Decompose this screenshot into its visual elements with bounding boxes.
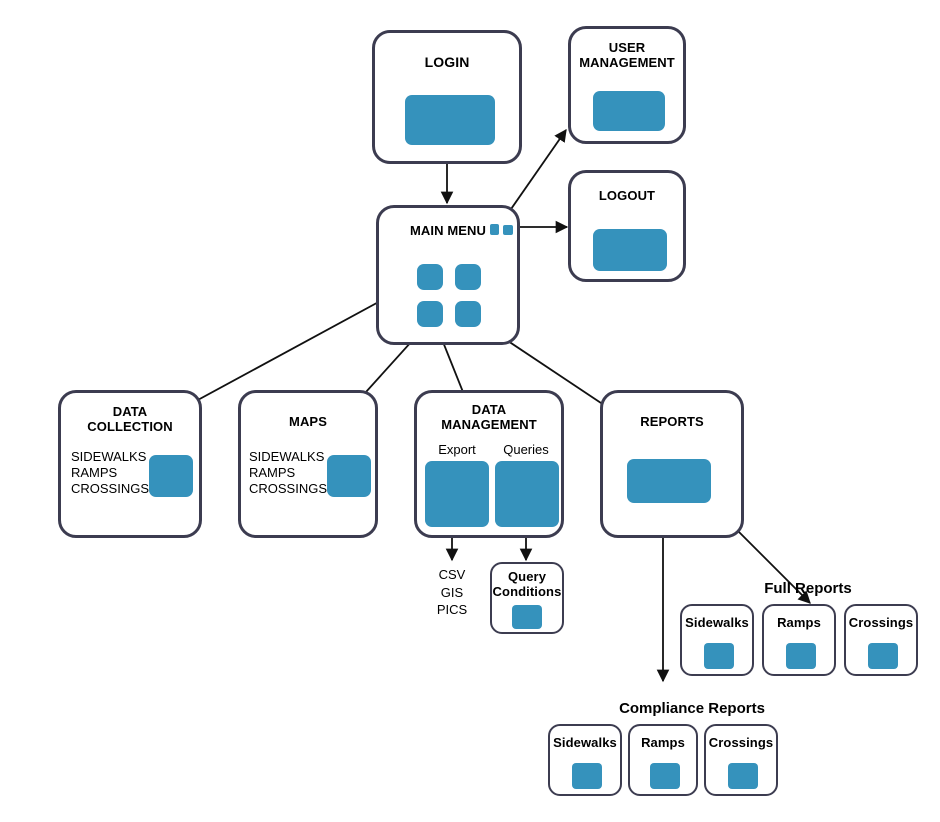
main-menu-tile-3[interactable] <box>417 301 443 327</box>
node-query-conditions[interactable]: Query Conditions <box>490 562 564 634</box>
full-reports-ramps-chip[interactable] <box>786 643 816 669</box>
main-menu-tile-2[interactable] <box>455 264 481 290</box>
node-maps[interactable]: MAPS SIDEWALKS RAMPS CROSSINGS <box>238 390 378 538</box>
data-collection-action-chip[interactable] <box>149 455 193 497</box>
main-menu-tile-4[interactable] <box>455 301 481 327</box>
compliance-reports-ramps-chip[interactable] <box>650 763 680 789</box>
data-collection-item-list: SIDEWALKS RAMPS CROSSINGS <box>71 449 150 496</box>
node-data-collection[interactable]: DATA COLLECTION SIDEWALKS RAMPS CROSSING… <box>58 390 202 538</box>
node-data-management-title: DATA MANAGEMENT <box>441 402 537 432</box>
maps-action-chip[interactable] <box>327 455 371 497</box>
compliance-reports-group-title: Compliance Reports <box>619 700 765 717</box>
user-management-action-chip[interactable] <box>593 91 665 131</box>
main-menu-tile-1[interactable] <box>417 264 443 290</box>
export-formats-list: CSV GIS PICS <box>436 567 468 618</box>
node-user-management[interactable]: USER MANAGEMENT <box>568 26 686 144</box>
full-reports-card-ramps-title: Ramps <box>777 615 821 630</box>
compliance-reports-card-crossings[interactable]: Crossings <box>704 724 778 796</box>
node-maps-title: MAPS <box>289 414 327 429</box>
compliance-reports-card-ramps-title: Ramps <box>641 735 685 750</box>
diagram-canvas: LOGIN USER MANAGEMENT LOGOUT MAIN MENU D… <box>0 0 940 822</box>
node-logout[interactable]: LOGOUT <box>568 170 686 282</box>
full-reports-sidewalks-chip[interactable] <box>704 643 734 669</box>
full-reports-card-crossings[interactable]: Crossings <box>844 604 918 676</box>
compliance-reports-crossings-chip[interactable] <box>728 763 758 789</box>
full-reports-card-ramps[interactable]: Ramps <box>762 604 836 676</box>
node-login[interactable]: LOGIN <box>372 30 522 164</box>
full-reports-group-title: Full Reports <box>764 580 852 597</box>
node-main-menu[interactable]: MAIN MENU <box>376 205 520 345</box>
data-management-queries-label: Queries <box>503 442 549 457</box>
compliance-reports-card-sidewalks-title: Sidewalks <box>553 735 617 750</box>
node-data-management[interactable]: DATA MANAGEMENT Export Queries <box>414 390 564 538</box>
full-reports-card-crossings-title: Crossings <box>848 615 914 630</box>
full-reports-card-sidewalks[interactable]: Sidewalks <box>680 604 754 676</box>
data-management-export-label: Export <box>438 442 476 457</box>
node-reports[interactable]: REPORTS <box>600 390 744 538</box>
node-reports-title: REPORTS <box>640 414 704 429</box>
node-logout-title: LOGOUT <box>598 188 656 203</box>
node-query-conditions-title: Query Conditions <box>492 569 562 599</box>
compliance-reports-sidewalks-chip[interactable] <box>572 763 602 789</box>
full-reports-card-sidewalks-title: Sidewalks <box>685 615 749 630</box>
query-conditions-action-chip[interactable] <box>512 605 542 629</box>
main-menu-badge-chip-2[interactable] <box>503 225 513 235</box>
compliance-reports-card-ramps[interactable]: Ramps <box>628 724 698 796</box>
data-management-queries-chip[interactable] <box>495 461 559 527</box>
reports-action-chip[interactable] <box>627 459 711 503</box>
maps-item-list: SIDEWALKS RAMPS CROSSINGS <box>249 449 328 496</box>
data-management-export-chip[interactable] <box>425 461 489 527</box>
full-reports-crossings-chip[interactable] <box>868 643 898 669</box>
main-menu-badge-chip-1[interactable] <box>490 224 499 235</box>
compliance-reports-card-crossings-title: Crossings <box>708 735 774 750</box>
node-data-collection-title: DATA COLLECTION <box>87 404 173 434</box>
compliance-reports-card-sidewalks[interactable]: Sidewalks <box>548 724 622 796</box>
login-action-chip[interactable] <box>405 95 495 145</box>
node-user-management-title: USER MANAGEMENT <box>579 40 675 70</box>
logout-action-chip[interactable] <box>593 229 667 271</box>
node-login-title: LOGIN <box>424 54 470 70</box>
